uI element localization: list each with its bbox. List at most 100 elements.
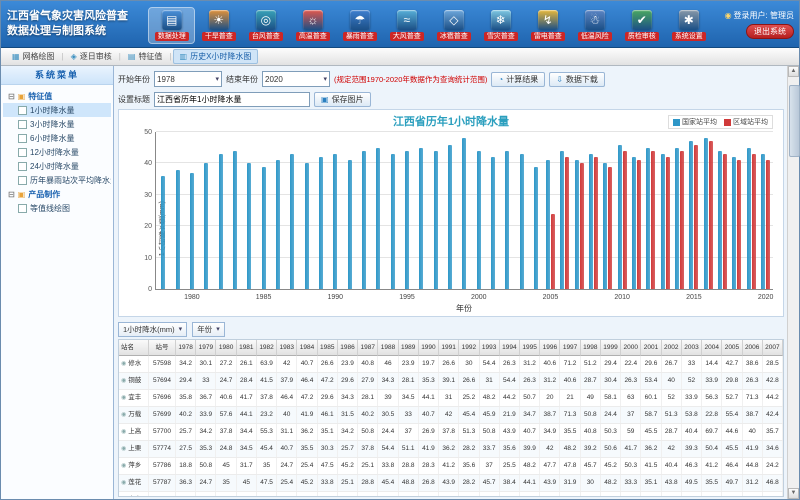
national-avg-bar[interactable] xyxy=(704,138,708,289)
regional-avg-bar[interactable] xyxy=(752,154,756,289)
calculate-button[interactable]: ◔ 计算结果 xyxy=(491,72,545,87)
tree-item-0-3[interactable]: 12小时降水量 xyxy=(3,145,111,159)
national-avg-bar[interactable] xyxy=(391,154,395,289)
toolbar-item-3[interactable]: ☼高温普查 xyxy=(290,8,335,43)
national-avg-bar[interactable] xyxy=(233,151,237,289)
national-avg-bar[interactable] xyxy=(262,167,266,289)
tree-item-0-1[interactable]: 3小时降水量 xyxy=(3,117,111,131)
regional-avg-bar[interactable] xyxy=(623,151,627,289)
national-avg-bar[interactable] xyxy=(448,145,452,289)
table-row-0[interactable]: ◉修水5759834.230.127.226.163.94240.726.623… xyxy=(119,356,783,373)
national-avg-bar[interactable] xyxy=(362,151,366,289)
regional-avg-bar[interactable] xyxy=(723,154,727,289)
expand-row-icon[interactable]: ◉ xyxy=(121,458,126,474)
national-avg-bar[interactable] xyxy=(348,160,352,289)
table-row-7[interactable]: ◉莲花5778736.324.7354547.525.445.233.825.1… xyxy=(119,475,783,492)
national-avg-bar[interactable] xyxy=(405,151,409,289)
col-header-year[interactable]: 2001 xyxy=(641,340,661,356)
col-header-year[interactable]: 1992 xyxy=(459,340,479,356)
regional-avg-bar[interactable] xyxy=(666,157,670,289)
chart-title-input[interactable] xyxy=(154,92,310,107)
expand-row-icon[interactable]: ◉ xyxy=(121,492,126,497)
scroll-thumb[interactable] xyxy=(789,85,800,157)
expander-icon[interactable]: ⊟ xyxy=(8,92,15,101)
checkbox-icon[interactable] xyxy=(18,148,27,157)
toolbar-item-2[interactable]: ◎台风普查 xyxy=(243,8,288,43)
save-image-button[interactable]: ▣ 保存图片 xyxy=(314,92,371,107)
national-avg-bar[interactable] xyxy=(333,154,337,289)
regional-avg-bar[interactable] xyxy=(637,160,641,289)
col-header-id[interactable]: 站号 xyxy=(149,340,176,356)
col-header-year[interactable]: 1982 xyxy=(257,340,277,356)
regional-avg-bar[interactable] xyxy=(680,151,684,289)
col-header-year[interactable]: 1988 xyxy=(378,340,398,356)
col-header-year[interactable]: 1993 xyxy=(480,340,500,356)
tree-item-0-2[interactable]: 6小时降水量 xyxy=(3,131,111,145)
expand-row-icon[interactable]: ◉ xyxy=(121,475,126,491)
national-avg-bar[interactable] xyxy=(462,138,466,289)
col-header-year[interactable]: 1994 xyxy=(500,340,520,356)
col-header-year[interactable]: 1978 xyxy=(176,340,196,356)
national-avg-bar[interactable] xyxy=(491,157,495,289)
toolbar-item-10[interactable]: ✔质检审核 xyxy=(619,8,664,43)
national-avg-bar[interactable] xyxy=(732,157,736,289)
col-header-year[interactable]: 1996 xyxy=(540,340,560,356)
national-avg-bar[interactable] xyxy=(290,154,294,289)
col-header-year[interactable]: 2002 xyxy=(662,340,682,356)
regional-avg-bar[interactable] xyxy=(766,160,770,289)
table-row-2[interactable]: ◉宜丰5769635.836.740.641.737.846.447.229.6… xyxy=(119,390,783,407)
col-header-year[interactable]: 1983 xyxy=(277,340,297,356)
regional-avg-bar[interactable] xyxy=(551,214,555,289)
table-row-8[interactable]: ◉宜春5779333.128.439.744.236.841.329.538.2… xyxy=(119,492,783,497)
toolbar-item-1[interactable]: ☀干旱普查 xyxy=(196,8,241,43)
expand-row-icon[interactable]: ◉ xyxy=(121,373,126,389)
expand-row-icon[interactable]: ◉ xyxy=(121,390,126,406)
tree-item-1-0[interactable]: 等值线绘图 xyxy=(3,201,111,215)
regional-avg-bar[interactable] xyxy=(709,141,713,289)
toolbar-item-11[interactable]: ✱系统设置 xyxy=(666,8,711,43)
end-year-select[interactable]: 2020 ▾ xyxy=(262,71,330,87)
col-header-year[interactable]: 1995 xyxy=(520,340,540,356)
col-header-year[interactable]: 2006 xyxy=(743,340,763,356)
tree-item-0-0[interactable]: 1小时降水量 xyxy=(3,103,111,117)
table-row-5[interactable]: ◉上栗5777427.535.324.834.545.440.735.530.3… xyxy=(119,441,783,458)
national-avg-bar[interactable] xyxy=(477,151,481,289)
tree-item-0-5[interactable]: 历年暴雨站次平均降水量 xyxy=(3,173,111,187)
national-avg-bar[interactable] xyxy=(603,163,607,289)
national-avg-bar[interactable] xyxy=(689,141,693,289)
tab-2[interactable]: ▤特征值 xyxy=(122,50,169,63)
national-avg-bar[interactable] xyxy=(520,154,524,289)
table-row-4[interactable]: ◉上高5770025.734.237.834.455.331.136.235.1… xyxy=(119,424,783,441)
tab-0[interactable]: ▦网格绘图 xyxy=(6,50,61,63)
expander-icon[interactable]: ⊟ xyxy=(8,190,15,199)
download-button[interactable]: ⇩ 数据下载 xyxy=(549,72,605,87)
col-header-year[interactable]: 2004 xyxy=(702,340,722,356)
national-avg-bar[interactable] xyxy=(434,151,438,289)
scroll-down-arrow[interactable]: ▼ xyxy=(788,488,799,499)
checkbox-icon[interactable] xyxy=(18,106,27,115)
toolbar-item-8[interactable]: ↯雷电普查 xyxy=(525,8,570,43)
national-avg-bar[interactable] xyxy=(632,157,636,289)
expand-row-icon[interactable]: ◉ xyxy=(121,424,126,440)
col-header-year[interactable]: 2003 xyxy=(682,340,702,356)
regional-avg-bar[interactable] xyxy=(737,160,741,289)
col-header-year[interactable]: 1989 xyxy=(399,340,419,356)
toolbar-item-9[interactable]: ☃低温风险 xyxy=(572,8,617,43)
col-header-station[interactable]: 站名 xyxy=(119,340,149,356)
regional-avg-bar[interactable] xyxy=(565,157,569,289)
national-avg-bar[interactable] xyxy=(718,151,722,289)
vertical-scrollbar[interactable]: ▲ ▼ xyxy=(787,66,799,499)
toolbar-item-0[interactable]: ▤数据处理 xyxy=(149,8,194,43)
national-avg-bar[interactable] xyxy=(575,160,579,289)
checkbox-icon[interactable] xyxy=(18,176,27,185)
tree-item-0-4[interactable]: 24小时降水量 xyxy=(3,159,111,173)
national-avg-bar[interactable] xyxy=(661,154,665,289)
national-avg-bar[interactable] xyxy=(305,163,309,289)
national-avg-bar[interactable] xyxy=(376,148,380,289)
checkbox-icon[interactable] xyxy=(18,134,27,143)
regional-avg-bar[interactable] xyxy=(608,167,612,289)
start-year-select[interactable]: 1978 ▾ xyxy=(154,71,222,87)
national-avg-bar[interactable] xyxy=(589,154,593,289)
col-header-year[interactable]: 1986 xyxy=(338,340,358,356)
national-avg-bar[interactable] xyxy=(176,170,180,289)
